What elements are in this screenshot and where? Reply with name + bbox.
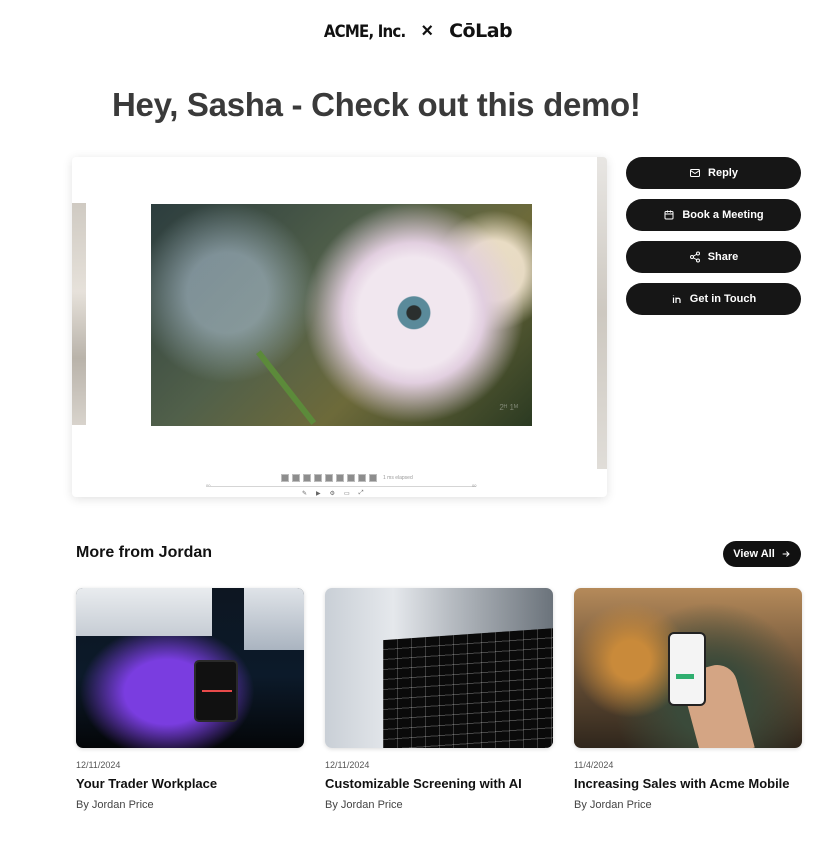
card-thumbnail[interactable] [574, 588, 802, 748]
screen-icon[interactable]: ▭ [344, 490, 350, 497]
card-title[interactable]: Customizable Screening with AI [325, 776, 553, 791]
demo-viewer[interactable]: 2ᴴ 1ᴹ 1 ms elapsed 00 00 ✎ ▶ ⚙ ▭ ⤢ [72, 157, 607, 497]
filmstrip-thumb[interactable] [292, 474, 300, 482]
filmstrip-label: 1 ms elapsed [383, 475, 413, 481]
filmstrip-thumb[interactable] [325, 474, 333, 482]
reply-button[interactable]: Reply [626, 157, 801, 189]
calendar-icon [664, 210, 674, 220]
arrow-right-icon [782, 551, 790, 557]
card-title[interactable]: Your Trader Workplace [76, 776, 304, 791]
card-date: 11/4/2024 [574, 760, 614, 770]
playback-timeline[interactable] [206, 486, 476, 487]
section-title: More from Jordan [76, 544, 213, 561]
card-date: 12/11/2024 [76, 760, 121, 770]
image-detail [256, 350, 317, 425]
demo-card[interactable]: 11/4/2024 Increasing Sales with Acme Mob… [574, 588, 802, 811]
times-separator: × [421, 20, 434, 42]
monitor-graphic [383, 627, 553, 748]
view-all-button[interactable]: View All [723, 541, 801, 567]
pencil-icon[interactable]: ✎ [302, 490, 307, 497]
slide-filmstrip[interactable] [281, 474, 377, 482]
card-thumbnail[interactable] [325, 588, 553, 748]
card-author: By Jordan Price [574, 799, 652, 811]
filmstrip-thumb[interactable] [369, 474, 377, 482]
demo-card[interactable]: 12/11/2024 Customizable Screening with A… [325, 588, 553, 811]
linkedin-icon [672, 295, 681, 303]
card-date: 12/11/2024 [325, 760, 370, 770]
monitor-graphic [244, 588, 304, 650]
timeline-end: 00 [472, 483, 477, 488]
card-author: By Jordan Price [325, 799, 403, 811]
viewer-toolbar: ✎ ▶ ⚙ ▭ ⤢ [302, 490, 364, 497]
share-button[interactable]: Share [626, 241, 801, 273]
demo-slide-image: 2ᴴ 1ᴹ [151, 204, 532, 426]
page-title: Hey, Sasha - Check out this demo! [112, 86, 641, 123]
book-meeting-label: Book a Meeting [682, 209, 764, 221]
demo-card[interactable]: 12/11/2024 Your Trader Workplace By Jord… [76, 588, 304, 811]
settings-icon[interactable]: ⚙ [330, 490, 335, 497]
filmstrip-thumb[interactable] [303, 474, 311, 482]
header-logos: ACME, Inc. × CōLab [0, 20, 836, 42]
fullscreen-icon[interactable]: ⤢ [359, 490, 364, 497]
prev-slide-preview[interactable] [72, 203, 86, 425]
next-slide-preview[interactable] [597, 157, 607, 469]
mail-icon [690, 169, 701, 177]
image-watermark: 2ᴴ 1ᴹ [499, 403, 518, 412]
view-all-label: View All [733, 548, 775, 560]
filmstrip-thumb[interactable] [314, 474, 322, 482]
filmstrip-thumb[interactable] [281, 474, 289, 482]
colab-logo: CōLab [449, 20, 513, 42]
card-title[interactable]: Increasing Sales with Acme Mobile [574, 776, 802, 791]
get-in-touch-button[interactable]: Get in Touch [626, 283, 801, 315]
phone-graphic [194, 660, 238, 722]
acme-logo: ACME, Inc. [323, 20, 406, 42]
book-meeting-button[interactable]: Book a Meeting [626, 199, 801, 231]
share-label: Share [707, 251, 739, 263]
share-icon [689, 251, 700, 263]
action-buttons: Reply Book a Meeting Share Get in Touch [626, 157, 801, 315]
filmstrip-thumb[interactable] [358, 474, 366, 482]
filmstrip-thumb[interactable] [336, 474, 344, 482]
card-author: By Jordan Price [76, 799, 154, 811]
reply-label: Reply [708, 167, 738, 179]
filmstrip-thumb[interactable] [347, 474, 355, 482]
get-in-touch-label: Get in Touch [689, 293, 757, 305]
play-icon[interactable]: ▶ [316, 490, 321, 497]
monitor-graphic [76, 588, 212, 636]
phone-graphic [668, 632, 706, 706]
card-thumbnail[interactable] [76, 588, 304, 748]
